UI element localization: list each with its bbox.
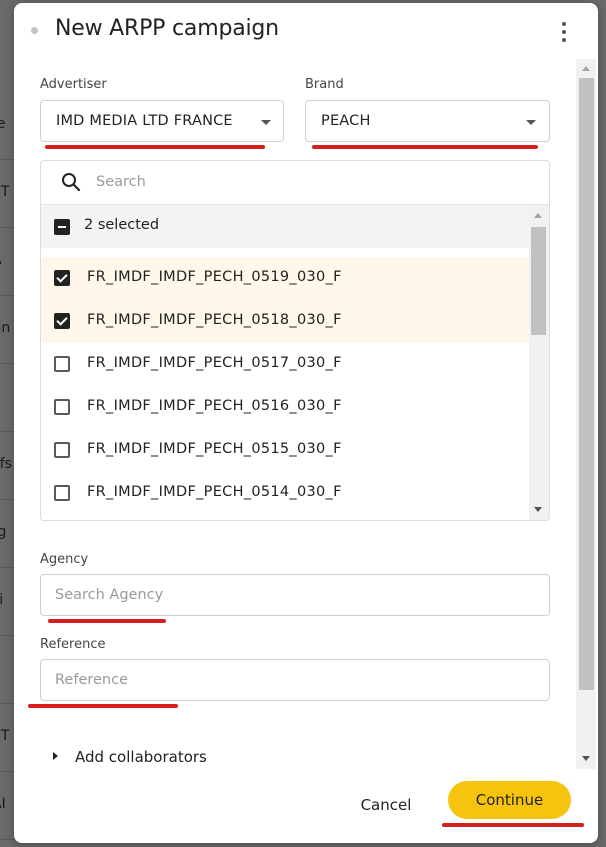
item-label: FR_IMDF_IMDF_PECH_0517_030_F <box>87 355 342 371</box>
annotation-underline <box>48 619 166 623</box>
list-item[interactable]: FR_IMDF_IMDF_PECH_0515_030_F <box>41 429 529 472</box>
background-row: t <box>0 636 14 704</box>
list-item[interactable]: FR_IMDF_IMDF_PECH_0518_030_F <box>41 300 529 343</box>
agency-placeholder: Search Agency <box>55 587 164 603</box>
annotation-underline <box>28 704 178 708</box>
continue-button[interactable]: Continue <box>448 781 571 819</box>
item-label: FR_IMDF_IMDF_PECH_0516_030_F <box>87 398 342 414</box>
scroll-down-icon[interactable] <box>534 507 542 512</box>
item-label: FR_IMDF_IMDF_PECH_0518_030_F <box>87 312 342 328</box>
advertiser-value: IMD MEDIA LTD FRANCE <box>56 113 233 129</box>
scrollbar-thumb[interactable] <box>531 227 546 335</box>
item-label: FR_IMDF_IMDF_PECH_0515_030_F <box>87 441 342 457</box>
item-checkbox[interactable] <box>54 270 70 286</box>
item-checkbox[interactable] <box>54 485 70 501</box>
reference-label: Reference <box>40 637 106 652</box>
background-column: fe ST A tin t cfs rg si t ST AI <box>0 0 14 847</box>
select-all-checkbox[interactable] <box>54 219 70 235</box>
item-checkbox[interactable] <box>54 356 70 372</box>
agency-label: Agency <box>40 552 89 567</box>
item-checkbox[interactable] <box>54 399 70 415</box>
background-row: si <box>0 568 14 636</box>
list-item[interactable]: FR_IMDF_IMDF_PECH_0517_030_F <box>41 343 529 386</box>
brand-label: Brand <box>305 77 344 92</box>
dialog-content: Advertiser IMD MEDIA LTD FRANCE Brand PE… <box>14 59 598 769</box>
background-row: ST <box>0 160 14 228</box>
annotation-underline <box>442 823 584 827</box>
search-icon <box>62 173 81 192</box>
brand-value: PEACH <box>321 113 371 129</box>
annotation-underline <box>312 145 538 149</box>
scrollbar-thumb[interactable] <box>579 78 594 690</box>
scroll-up-icon[interactable] <box>582 66 590 71</box>
scroll-up-icon[interactable] <box>534 213 542 218</box>
add-collaborators-label: Add collaborators <box>75 748 207 766</box>
background-row: rg <box>0 500 14 568</box>
item-label: FR_IMDF_IMDF_PECH_0519_030_F <box>87 269 342 285</box>
background-row: tin <box>0 296 14 364</box>
kebab-menu-icon[interactable] <box>554 20 574 44</box>
background-row: A <box>0 228 14 296</box>
item-checkbox[interactable] <box>54 442 70 458</box>
brand-select[interactable]: PEACH <box>305 100 550 142</box>
new-campaign-dialog: New ARPP campaign Advertiser IMD MEDIA L… <box>14 3 598 843</box>
advertiser-select[interactable]: IMD MEDIA LTD FRANCE <box>40 100 284 142</box>
dialog-header: New ARPP campaign <box>14 3 598 59</box>
background-row: fe <box>0 92 14 160</box>
background-row: t <box>0 364 14 432</box>
dialog-title: New ARPP campaign <box>55 16 279 41</box>
reference-placeholder: Reference <box>55 672 129 688</box>
list-item[interactable]: FR_IMDF_IMDF_PECH_0519_030_F <box>41 257 529 300</box>
list-scrollbar[interactable] <box>529 205 549 520</box>
caret-down-icon <box>261 120 271 125</box>
agency-input[interactable]: Search Agency <box>40 574 550 616</box>
list-item[interactable]: FR_IMDF_IMDF_PECH_0516_030_F <box>41 386 529 429</box>
background-row: cfs <box>0 432 14 500</box>
caret-down-icon <box>526 120 536 125</box>
background-row: AI <box>0 772 14 840</box>
campaign-list: FR_IMDF_IMDF_PECH_0519_030_F FR_IMDF_IMD… <box>41 257 529 515</box>
search-placeholder: Search <box>96 174 146 190</box>
dialog-scrollbar[interactable] <box>576 59 596 769</box>
background-row: ST <box>0 704 14 772</box>
list-item[interactable]: FR_IMDF_IMDF_PECH_0514_030_F <box>41 472 529 515</box>
selected-count: 2 selected <box>84 217 160 233</box>
select-all-row[interactable]: 2 selected <box>41 205 529 248</box>
reference-input[interactable]: Reference <box>40 659 550 701</box>
campaign-search-input[interactable]: Search <box>41 161 549 205</box>
scroll-down-icon[interactable] <box>582 756 590 761</box>
annotation-underline <box>45 145 265 149</box>
caret-right-icon <box>53 752 58 760</box>
advertiser-label: Advertiser <box>40 77 107 92</box>
dialog-footer: Cancel Continue <box>14 773 598 843</box>
campaign-list-panel: Search 2 selected FR_IMDF_IMDF_PECH_0519… <box>40 160 550 521</box>
item-label: FR_IMDF_IMDF_PECH_0514_030_F <box>87 484 342 500</box>
cancel-button[interactable]: Cancel <box>346 789 426 821</box>
item-checkbox[interactable] <box>54 313 70 329</box>
drag-handle-icon[interactable] <box>31 27 38 34</box>
